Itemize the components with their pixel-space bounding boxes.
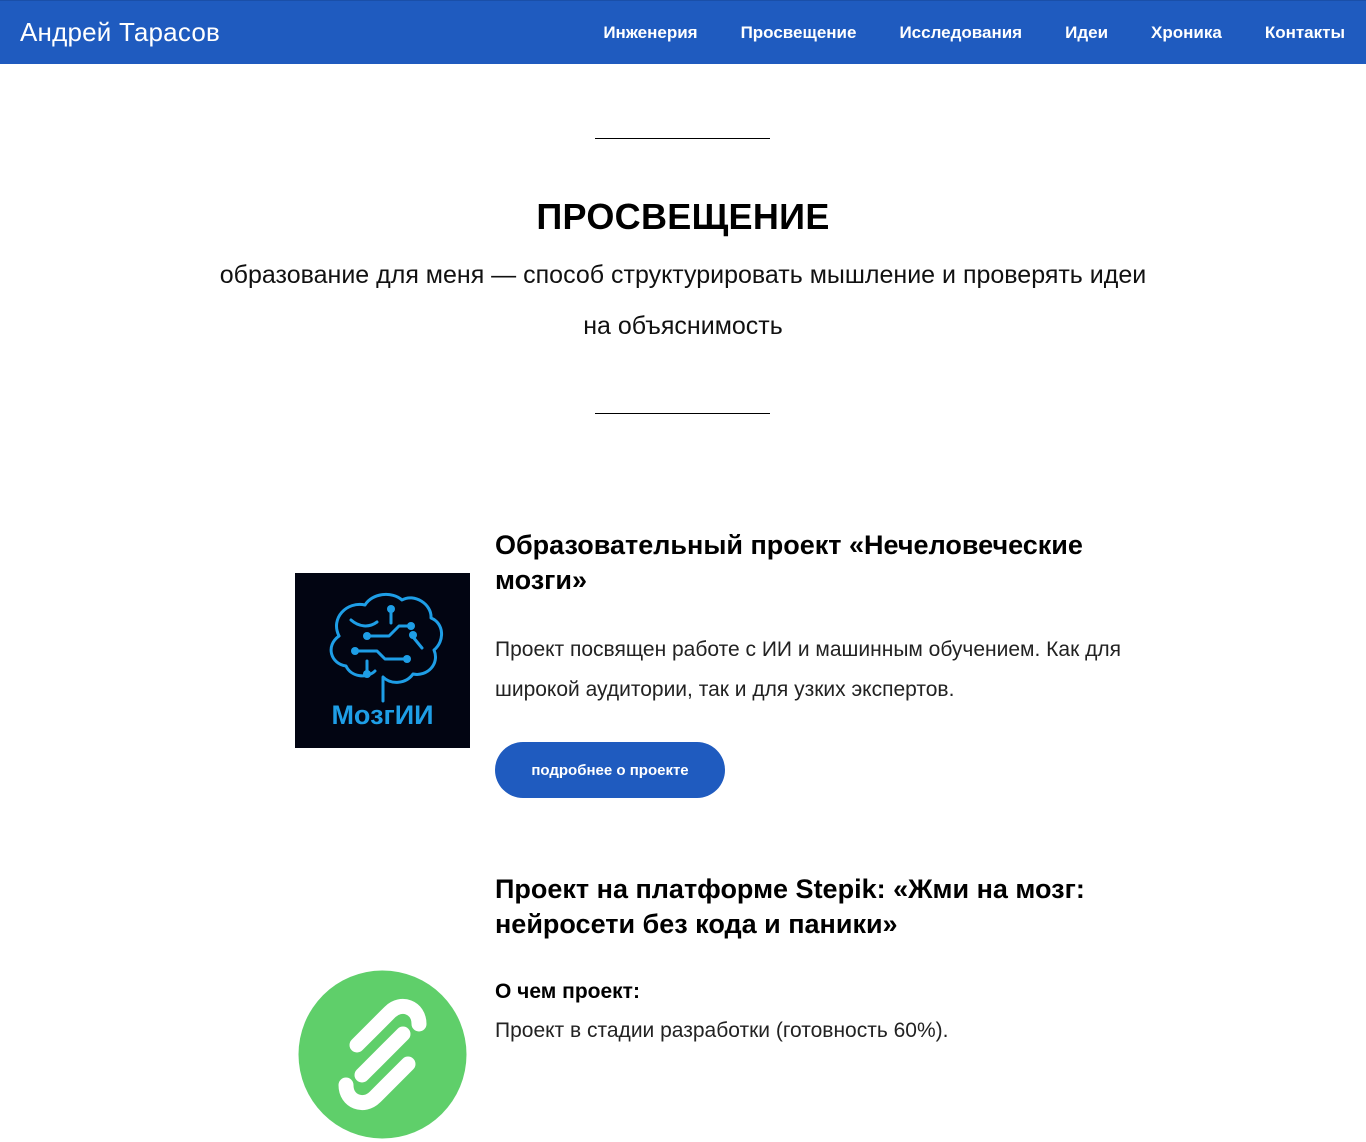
main-navigation: Инженерия Просвещение Исследования Идеи … <box>603 23 1345 43</box>
project-more-button[interactable]: подробнее о проекте <box>495 742 725 798</box>
hero-top-divider <box>595 138 770 139</box>
site-header: Андрей Тарасов Инженерия Просвещение Исс… <box>0 0 1366 64</box>
brain-circuit-icon: МозгИИ <box>295 573 470 748</box>
project-card-mozgii: МозгИИ Образовательный проект «Нечеловеч… <box>0 528 1366 808</box>
page-subtitle: образование для меня — способ структурир… <box>219 261 1147 340</box>
cropped-text-fragment <box>495 1054 1135 1066</box>
mozgii-logo: МозгИИ <box>295 573 470 748</box>
stepik-logo-icon <box>298 970 467 1139</box>
about-heading: О чем проект: <box>495 980 640 1003</box>
project-status-text: Проект в стадии разработки (готовность 6… <box>495 1019 949 1042</box>
nav-item-ideas[interactable]: Идеи <box>1065 23 1108 43</box>
nav-item-chronicle[interactable]: Хроника <box>1151 23 1222 43</box>
nav-item-engineering[interactable]: Инженерия <box>603 23 697 43</box>
project-text: Образовательный проект «Нечеловеческие м… <box>495 528 1135 798</box>
site-brand-link[interactable]: Андрей Тарасов <box>20 17 220 48</box>
page-title: ПРОСВЕЩЕНИЕ <box>536 196 830 237</box>
logo-text: МозгИИ <box>331 700 433 730</box>
nav-item-contacts[interactable]: Контакты <box>1265 23 1345 43</box>
project-title: Проект на платформе Stepik: «Жми на мозг… <box>495 874 1085 939</box>
project-description: Проект посвящен работе с ИИ и машинным о… <box>495 638 1121 701</box>
project-card-stepik: Проект на платформе Stepik: «Жми на мозг… <box>0 872 1366 1139</box>
stepik-logo <box>295 967 470 1142</box>
nav-item-education[interactable]: Просвещение <box>741 23 857 43</box>
hero-bottom-divider <box>595 413 770 414</box>
nav-item-research[interactable]: Исследования <box>899 23 1022 43</box>
project-text: Проект на платформе Stepik: «Жми на мозг… <box>495 872 1135 1066</box>
project-title: Образовательный проект «Нечеловеческие м… <box>495 530 1083 595</box>
